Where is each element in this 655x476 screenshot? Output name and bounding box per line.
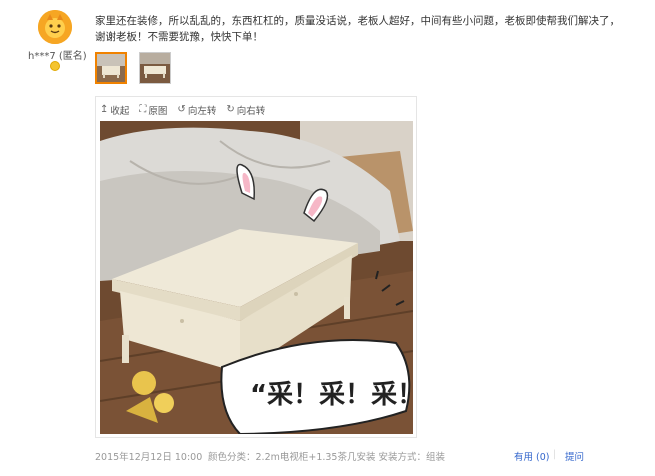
collapse-icon: ↥ — [100, 104, 109, 115]
rotate-left-button[interactable]: ↺ 向左转 — [177, 102, 216, 118]
useful-button[interactable]: 有用 (0) — [514, 449, 549, 463]
rotate-left-icon: ↺ — [177, 104, 186, 115]
review-text: 家里还在装修，所以乱乱的，东西杠杠的，质量没话说，老板人超好，中间有些小问题，老… — [95, 15, 620, 43]
collapse-button[interactable]: ↥ 收起 — [100, 102, 129, 118]
avatar-image — [38, 10, 72, 44]
ask-question-link[interactable]: 提问 — [565, 449, 584, 463]
review-date: 2015年12月12日 10:00 — [95, 452, 203, 463]
sticker-text: “采！采！采！” — [250, 380, 413, 410]
rotate-right-icon: ↻ — [226, 104, 235, 115]
product-specs: 颜色分类：2.2m电视柜+1.35茶几安装 安装方式：组装 — [208, 452, 445, 463]
level-badge-icon — [50, 61, 60, 71]
review-photo[interactable]: “采！采！采！” — [100, 121, 413, 434]
thumbnail-image — [97, 54, 125, 82]
photo-thumbnail-1[interactable] — [95, 52, 127, 84]
photo-thumbnail-2[interactable] — [139, 52, 171, 84]
username: h***7 (匿名) — [28, 51, 87, 62]
original-image-label: 原图 — [148, 106, 168, 117]
review-item: h***7 (匿名) 家里还在装修，所以乱乱的，东西杠杠的，质量没话说，老板人超… — [0, 0, 655, 476]
photo-toolbar: ↥ 收起 ⛶ 原图 ↺ 向左转 ↻ 向右转 — [100, 102, 265, 118]
coffee-table-photo: “采！采！采！” — [100, 121, 413, 434]
photo-preview-panel: ↥ 收起 ⛶ 原图 ↺ 向左转 ↻ 向右转 “采！采！采 — [95, 96, 417, 438]
rotate-right-label: 向右转 — [236, 106, 266, 117]
avatar[interactable] — [38, 10, 72, 44]
expand-icon: ⛶ — [139, 104, 147, 115]
thumbnail-image — [140, 53, 170, 83]
collapse-label: 收起 — [110, 106, 130, 117]
rotate-right-button[interactable]: ↻ 向右转 — [226, 102, 265, 118]
original-image-button[interactable]: ⛶ 原图 — [139, 102, 167, 118]
rotate-left-label: 向左转 — [187, 106, 217, 117]
footer-divider: | — [553, 449, 557, 460]
review-footer: 2015年12月12日 10:00 颜色分类：2.2m电视柜+1.35茶几安装 … — [95, 449, 635, 463]
